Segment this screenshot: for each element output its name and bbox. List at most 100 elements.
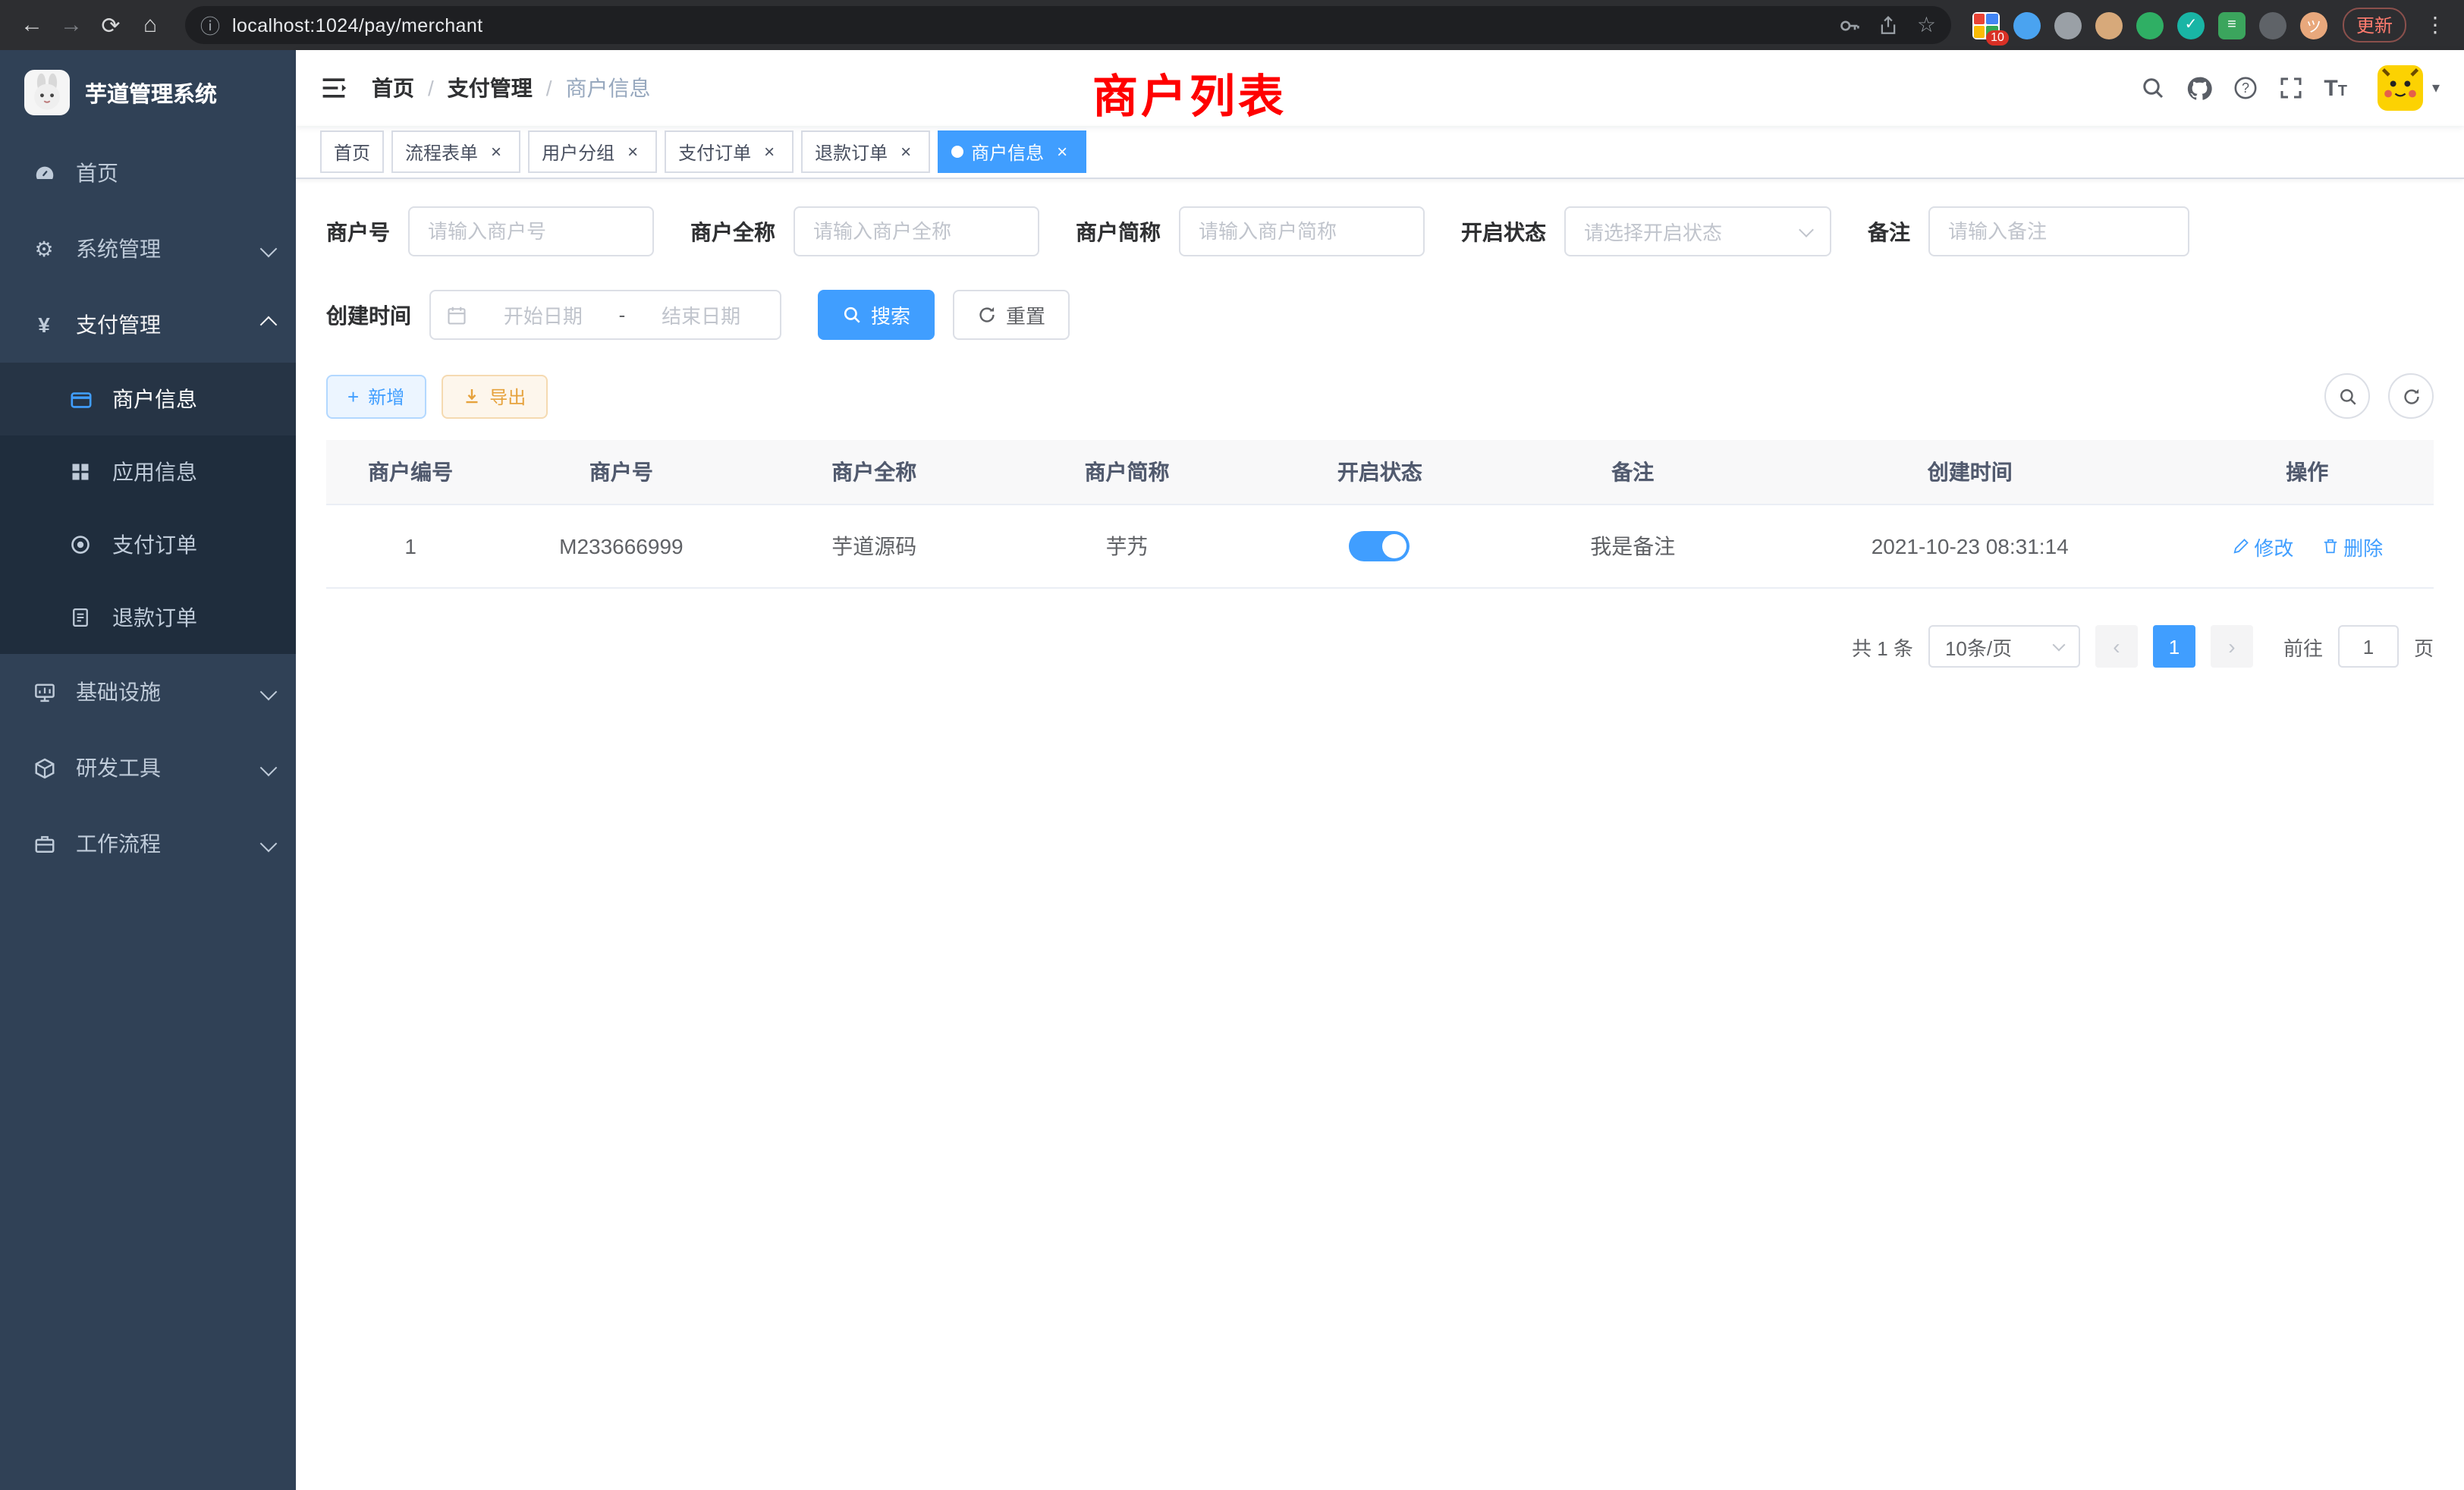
edit-button[interactable]: 修改 xyxy=(2231,532,2293,561)
sidebar-item-system[interactable]: ⚙ 系统管理 xyxy=(0,211,296,287)
sidebar-collapse-icon[interactable] xyxy=(320,74,347,102)
sidebar-item-home[interactable]: 首页 xyxy=(0,135,296,211)
sidebar-item-devtools[interactable]: 研发工具 xyxy=(0,730,296,806)
tab-label: 退款订单 xyxy=(815,139,888,165)
extension-avatar-icon[interactable] xyxy=(2095,11,2123,39)
browser-chrome: ← → ⟳ ⌂ ⓘ localhost:1024/pay/merchant ☆ … xyxy=(0,0,2464,50)
top-navbar: 首页 / 支付管理 / 商户信息 商户列表 ? xyxy=(296,50,2464,126)
extension-check-icon[interactable]: ✓ xyxy=(2177,11,2205,39)
filter-row-2: 创建时间 开始日期 - 结束日期 xyxy=(326,290,2434,340)
tab-label: 首页 xyxy=(334,139,370,165)
font-size-icon[interactable]: TT xyxy=(2324,75,2347,101)
tab-process-form[interactable]: 流程表单 × xyxy=(391,130,520,173)
reset-button[interactable]: 重置 xyxy=(953,290,1070,340)
sidebar-item-workflow[interactable]: 工作流程 xyxy=(0,806,296,882)
chevron-down-icon xyxy=(260,835,278,853)
forward-icon[interactable]: → xyxy=(52,5,91,45)
short-name-input[interactable] xyxy=(1179,206,1425,256)
refresh-table-icon[interactable] xyxy=(2388,373,2434,419)
app-logo[interactable]: 芋道管理系统 xyxy=(0,50,296,135)
address-bar[interactable]: ⓘ localhost:1024/pay/merchant ☆ xyxy=(185,6,1951,44)
sidebar-item-payment[interactable]: ¥ 支付管理 xyxy=(0,287,296,363)
breadcrumb-home[interactable]: 首页 xyxy=(372,73,414,103)
share-icon[interactable] xyxy=(1879,14,1899,36)
cell-remark: 我是备注 xyxy=(1507,505,1759,588)
sidebar-item-infrastructure[interactable]: 基础设施 xyxy=(0,654,296,730)
prev-page-icon[interactable]: ‹ xyxy=(2095,625,2138,668)
extension-blue-icon[interactable] xyxy=(2013,11,2041,39)
page-content: 商户号 商户全称 商户简称 开启状态 请选择开启状态 xyxy=(296,179,2464,1490)
status-label: 开启状态 xyxy=(1461,216,1546,247)
reload-icon[interactable]: ⟳ xyxy=(91,5,130,45)
caret-down-icon: ▾ xyxy=(2432,80,2440,96)
bookmark-star-icon[interactable]: ☆ xyxy=(1917,12,1936,38)
delete-button[interactable]: 删除 xyxy=(2321,532,2383,561)
extension-notes-icon[interactable]: ≡ xyxy=(2218,11,2246,39)
sidebar-item-app-info[interactable]: 应用信息 xyxy=(0,435,296,508)
extension-area: 10 ✓ ≡ ツ xyxy=(1972,11,2327,39)
remark-input[interactable] xyxy=(1928,206,2189,256)
breadcrumb-separator: / xyxy=(428,76,434,100)
sidebar-item-label: 系统管理 xyxy=(76,234,244,264)
chevron-down-icon xyxy=(260,759,278,777)
page-number-1[interactable]: 1 xyxy=(2153,625,2195,668)
close-icon[interactable]: × xyxy=(622,141,643,162)
sidebar-item-merchant-info[interactable]: 商户信息 xyxy=(0,363,296,435)
next-page-icon[interactable]: › xyxy=(2211,625,2253,668)
tab-pay-order[interactable]: 支付订单 × xyxy=(665,130,794,173)
status-select-placeholder: 请选择开启状态 xyxy=(1584,217,1722,246)
sidebar-item-refund-order[interactable]: 退款订单 xyxy=(0,581,296,654)
tab-refund-order[interactable]: 退款订单 × xyxy=(801,130,930,173)
status-select[interactable]: 请选择开启状态 xyxy=(1564,206,1831,256)
breadcrumb-payment[interactable]: 支付管理 xyxy=(448,73,533,103)
chevron-up-icon xyxy=(260,316,278,334)
sidebar-item-pay-order[interactable]: 支付订单 xyxy=(0,508,296,581)
url-text[interactable]: localhost:1024/pay/merchant xyxy=(232,14,1821,36)
main-area: 首页 / 支付管理 / 商户信息 商户列表 ? xyxy=(296,50,2464,1490)
export-button[interactable]: 导出 xyxy=(441,374,547,418)
tab-user-group[interactable]: 用户分组 × xyxy=(528,130,657,173)
fullscreen-icon[interactable] xyxy=(2278,76,2302,100)
password-key-icon[interactable] xyxy=(1840,14,1861,36)
site-info-icon[interactable]: ⓘ xyxy=(200,11,220,39)
table-toolbar: + 新增 导出 xyxy=(326,373,2434,419)
extension-green-icon[interactable] xyxy=(2136,11,2164,39)
close-icon[interactable]: × xyxy=(486,141,507,162)
extensions-icon[interactable]: 10 xyxy=(1972,11,2000,39)
close-icon[interactable]: × xyxy=(1051,141,1073,162)
home-icon[interactable]: ⌂ xyxy=(130,5,170,45)
cell-actions: 修改 删除 xyxy=(2181,505,2434,588)
status-toggle[interactable] xyxy=(1350,531,1410,561)
browser-update-button[interactable]: 更新 xyxy=(2343,8,2406,42)
show-search-toggle-icon[interactable] xyxy=(2324,373,2370,419)
page-size-select[interactable]: 10条/页 xyxy=(1928,625,2080,668)
create-time-range-picker[interactable]: 开始日期 - 结束日期 xyxy=(429,290,781,340)
sidebar: 芋道管理系统 首页 ⚙ 系统管理 ¥ 支付管理 xyxy=(0,50,296,1490)
tab-home[interactable]: 首页 xyxy=(320,130,384,173)
sidebar-item-label: 首页 xyxy=(76,158,275,188)
browser-menu-icon[interactable]: ⋮ xyxy=(2418,12,2452,38)
search-icon[interactable] xyxy=(2140,76,2164,100)
goto-page-input[interactable] xyxy=(2338,625,2399,668)
chevron-down-icon xyxy=(1799,222,1814,237)
remark-label: 备注 xyxy=(1868,216,1910,247)
github-icon[interactable] xyxy=(2186,75,2211,101)
tab-merchant-info[interactable]: 商户信息 × xyxy=(938,130,1086,173)
merchant-no-input[interactable] xyxy=(408,206,654,256)
full-name-input[interactable] xyxy=(794,206,1039,256)
close-icon[interactable]: × xyxy=(895,141,916,162)
col-header-merchant-id: 商户编号 xyxy=(326,440,495,505)
close-icon[interactable]: × xyxy=(759,141,780,162)
dashboard-icon xyxy=(30,162,58,184)
date-end-placeholder: 结束日期 xyxy=(637,300,765,329)
refresh-icon xyxy=(977,305,997,325)
add-button[interactable]: + 新增 xyxy=(326,374,426,418)
puzzle-icon[interactable] xyxy=(2259,11,2286,39)
calendar-icon xyxy=(446,304,467,325)
back-icon[interactable]: ← xyxy=(12,5,52,45)
help-icon[interactable]: ? xyxy=(2233,76,2257,100)
user-avatar[interactable]: ▾ xyxy=(2378,65,2440,111)
profile-avatar-icon[interactable]: ツ xyxy=(2300,11,2327,39)
extension-gray-icon[interactable] xyxy=(2054,11,2082,39)
search-button[interactable]: 搜索 xyxy=(818,290,935,340)
